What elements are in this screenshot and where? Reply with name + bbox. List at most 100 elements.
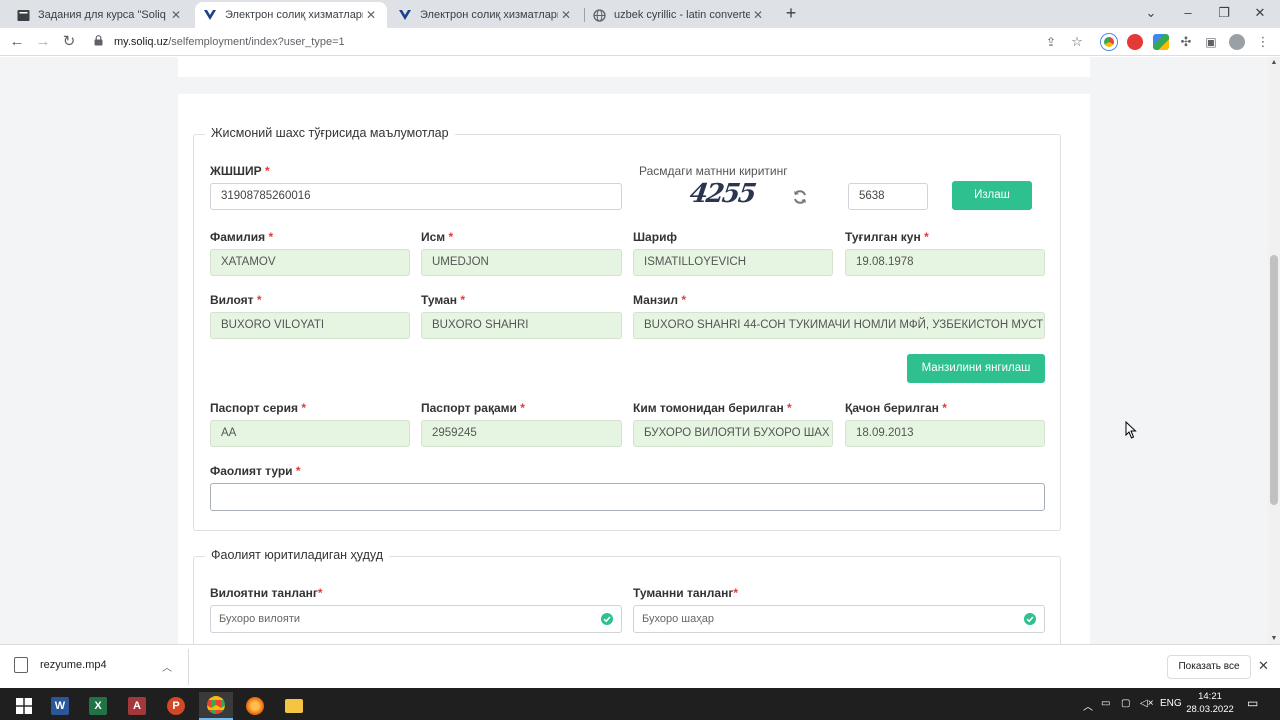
- screen: Задания для курса "Soliq sohasi ✕ Электр…: [0, 0, 1280, 720]
- issue-date-label: Қачон берилган *: [845, 401, 947, 415]
- district-input[interactable]: BUXORO SHAHRI: [421, 312, 622, 339]
- name-input[interactable]: UMEDJON: [421, 249, 622, 276]
- passport-series-label: Паспорт серия *: [210, 401, 307, 415]
- issued-by-input[interactable]: БУХОРО ВИЛОЯТИ БУХОРО ШАХ: [633, 420, 833, 447]
- close-icon[interactable]: ✕: [558, 8, 574, 22]
- address-label: Манзил *: [633, 293, 687, 307]
- downloads-bar: rezyume.mp4 ︿ Показать все ✕: [0, 644, 1280, 688]
- tray-network-device-icon[interactable]: ▭: [1101, 698, 1110, 709]
- district-select-label: Туманни танланг*: [633, 586, 739, 600]
- bookmark-star-icon[interactable]: ☆: [1067, 32, 1087, 52]
- extension-block-icon[interactable]: [1127, 34, 1143, 50]
- tab-soliq[interactable]: Электрон солиқ хизматлари ✕: [390, 2, 582, 28]
- check-circle-icon: [601, 613, 613, 625]
- birth-date-label: Туғилган кун *: [845, 230, 929, 244]
- region-select[interactable]: Бухоро вилояти: [210, 605, 622, 633]
- menu-kebab-icon[interactable]: ⋮: [1253, 32, 1273, 52]
- passport-number-input[interactable]: 2959245: [421, 420, 622, 447]
- soliq-icon: [398, 8, 412, 22]
- district-label: Туман *: [421, 293, 466, 307]
- file-icon: [14, 657, 28, 673]
- search-button[interactable]: Излаш: [952, 181, 1032, 210]
- access-icon[interactable]: A: [120, 692, 154, 720]
- language-indicator[interactable]: ENG: [1160, 698, 1182, 709]
- show-all-button[interactable]: Показать все: [1167, 655, 1251, 679]
- region-input[interactable]: BUXORO VILOYATI: [210, 312, 410, 339]
- tray-monitor-icon[interactable]: ▢: [1121, 698, 1130, 709]
- forward-arrow-icon[interactable]: →: [33, 32, 53, 52]
- region-label: Вилоят *: [210, 293, 262, 307]
- refresh-captcha-icon[interactable]: [792, 189, 808, 210]
- close-icon[interactable]: ✕: [750, 8, 766, 22]
- activity-area-legend: Фаолият юритиладиган ҳудуд: [205, 548, 390, 562]
- district-select[interactable]: Бухоро шаҳар: [633, 605, 1045, 633]
- file-explorer-icon[interactable]: [277, 692, 311, 720]
- reload-icon[interactable]: ↻: [59, 32, 79, 52]
- page-scrollbar[interactable]: ▲ ▼: [1268, 57, 1280, 644]
- extension-multicolor-icon[interactable]: [1153, 34, 1169, 50]
- download-item[interactable]: rezyume.mp4: [14, 657, 107, 673]
- powerpoint-icon[interactable]: P: [159, 692, 193, 720]
- jshshir-input[interactable]: 31908785260016: [210, 183, 622, 210]
- browser-tab-strip: Задания для курса "Soliq sohasi ✕ Электр…: [0, 0, 1280, 28]
- personal-info-legend: Жисмоний шахс тўғрисида маълумотлар: [205, 126, 455, 140]
- page-content: Жисмоний шахс тўғрисида маълумотлар ЖШШИ…: [0, 57, 1268, 644]
- back-arrow-icon[interactable]: ←: [7, 32, 27, 52]
- chevron-up-icon[interactable]: ︿: [162, 659, 172, 674]
- excel-icon[interactable]: X: [81, 692, 115, 720]
- activity-type-label: Фаолият тури *: [210, 464, 301, 478]
- birth-date-input[interactable]: 19.08.1978: [845, 249, 1045, 276]
- course-icon: [16, 8, 30, 22]
- tab-soliq-active[interactable]: Электрон солиқ хизматлари ✕: [195, 2, 387, 28]
- restore-icon[interactable]: ❐: [1206, 2, 1242, 24]
- share-icon[interactable]: ⇪: [1041, 32, 1061, 52]
- windows-start-icon[interactable]: [7, 692, 41, 720]
- profile-avatar-icon[interactable]: [1229, 34, 1245, 50]
- passport-series-input[interactable]: AA: [210, 420, 410, 447]
- firefox-icon[interactable]: [238, 692, 272, 720]
- tab-converter[interactable]: uzbek cyrillic - latin converter. Тр ✕: [584, 2, 774, 28]
- chrome-icon[interactable]: [199, 692, 233, 720]
- tab-search-chevron-icon[interactable]: ⌄: [1133, 2, 1169, 24]
- close-icon[interactable]: ✕: [363, 8, 379, 22]
- side-panel-icon[interactable]: ▣: [1201, 32, 1221, 52]
- window-close-icon[interactable]: ✕: [1242, 2, 1278, 24]
- globe-icon: [592, 8, 606, 22]
- divider: [188, 649, 189, 685]
- captcha-input[interactable]: 5638: [848, 183, 928, 210]
- extensions-puzzle-icon[interactable]: ✣: [1176, 32, 1196, 52]
- update-address-button[interactable]: Манзилини янгилаш: [907, 354, 1045, 383]
- tray-chevron-icon[interactable]: ︿: [1083, 698, 1093, 713]
- issue-date-input[interactable]: 18.09.2013: [845, 420, 1045, 447]
- scroll-up-arrow-icon[interactable]: ▲: [1268, 59, 1280, 66]
- patronymic-label: Шариф: [633, 230, 677, 244]
- browser-toolbar: ← → ↻ my.soliq.uz/selfemployment/index?u…: [0, 28, 1280, 56]
- new-tab-plus-icon[interactable]: +: [781, 4, 801, 24]
- word-icon[interactable]: W: [43, 692, 77, 720]
- surname-input[interactable]: XATAMOV: [210, 249, 410, 276]
- close-icon[interactable]: ✕: [1258, 658, 1269, 674]
- patronymic-input[interactable]: ISMATILLOYEVICH: [633, 249, 833, 276]
- activity-type-input[interactable]: [210, 483, 1045, 511]
- previous-card-bottom: [178, 57, 1090, 77]
- mouse-pointer-icon: [1125, 420, 1137, 444]
- clock[interactable]: 14:21 28.03.2022: [1186, 690, 1234, 716]
- close-icon[interactable]: ✕: [168, 8, 184, 22]
- scroll-down-arrow-icon[interactable]: ▼: [1268, 635, 1280, 642]
- extension-color-icon[interactable]: [1101, 34, 1117, 50]
- volume-muted-icon[interactable]: ◁×: [1140, 698, 1154, 709]
- captcha-label: Расмдаги матнни киритинг: [639, 164, 788, 178]
- soliq-icon: [203, 8, 217, 22]
- address-input[interactable]: BUXORO SHAHRI 44-СОН ТУКИМАЧИ НОМЛИ МФЙ,…: [633, 312, 1045, 339]
- tab-course[interactable]: Задания для курса "Soliq sohasi ✕: [8, 2, 192, 28]
- minimize-icon[interactable]: –: [1170, 2, 1206, 24]
- lock-icon: [94, 35, 106, 49]
- notification-icon[interactable]: ▭: [1247, 696, 1258, 710]
- region-select-label: Вилоятни танланг*: [210, 586, 323, 600]
- address-bar[interactable]: my.soliq.uz/selfemployment/index?user_ty…: [88, 31, 1098, 53]
- name-label: Исм *: [421, 230, 454, 244]
- scrollbar-thumb[interactable]: [1270, 255, 1278, 505]
- surname-label: Фамилия *: [210, 230, 274, 244]
- windows-taskbar: W X A P ︿ ▭ ▢ ◁× ENG 14:21 28.03.2022 ▭: [0, 688, 1280, 720]
- passport-number-label: Паспорт рақами *: [421, 401, 525, 415]
